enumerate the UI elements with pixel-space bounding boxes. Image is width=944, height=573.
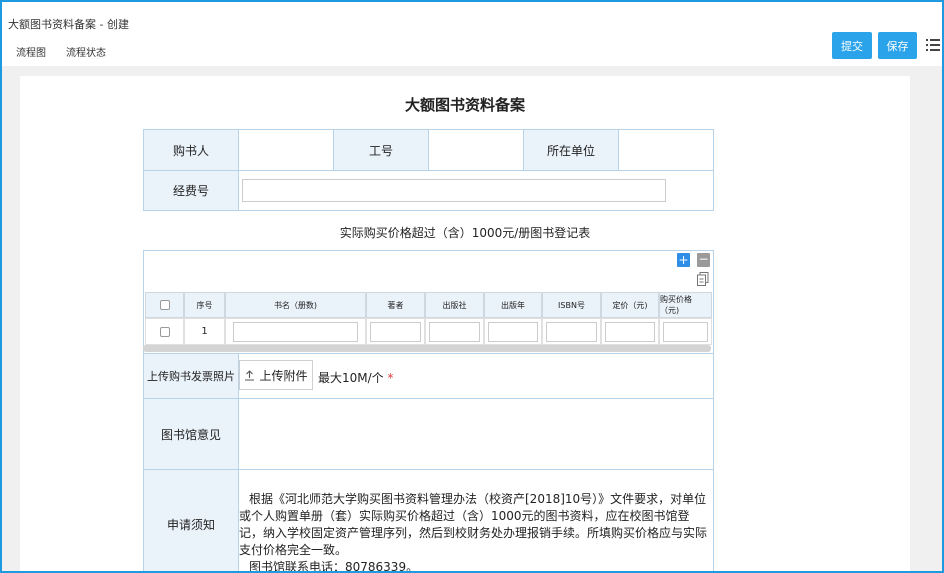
table-row-index: 1 bbox=[184, 318, 225, 345]
page-background bbox=[2, 66, 942, 76]
notice-paragraph: 根据《河北师范大学购买图书资料管理办法（校资产[2018]10号）》文件要求，对… bbox=[239, 492, 708, 557]
table-cell-author bbox=[366, 318, 425, 345]
remove-row-icon[interactable]: − bbox=[697, 253, 710, 267]
notice-text: 根据《河北师范大学购买图书资料管理办法（校资产[2018]10号）》文件要求，对… bbox=[239, 491, 713, 573]
table-cell-purchase-price bbox=[659, 318, 712, 345]
table-cell-title bbox=[225, 318, 366, 345]
table-horizontal-scrollbar[interactable] bbox=[143, 345, 711, 352]
col-header-list-price: 定价（元) bbox=[601, 292, 659, 318]
app-window: 大额图书资料备案 - 创建 流程图 流程状态 提交 保存 大额图书资料备案 购书… bbox=[0, 0, 944, 573]
upload-icon bbox=[245, 369, 255, 381]
book-table-title: 实际购买价格超过（含）1000元/册图书登记表 bbox=[339, 226, 591, 240]
add-row-icon[interactable]: + bbox=[677, 253, 690, 267]
unit-value[interactable] bbox=[618, 129, 714, 171]
staff-id-label: 工号 bbox=[333, 129, 429, 171]
submit-button[interactable]: 提交 bbox=[832, 32, 872, 59]
upload-button[interactable]: 上传附件 bbox=[239, 360, 313, 390]
table-cell-isbn bbox=[542, 318, 601, 345]
table-cell-publisher bbox=[425, 318, 484, 345]
window-title: 大额图书资料备案 - 创建 bbox=[8, 18, 129, 31]
buyer-value[interactable] bbox=[238, 129, 334, 171]
list-price-input[interactable] bbox=[604, 321, 656, 342]
notice-contact: 图书馆联系电话：80786339。 bbox=[249, 560, 419, 573]
select-all-checkbox[interactable] bbox=[159, 300, 170, 310]
menu-flowchart[interactable]: 流程图 bbox=[16, 44, 46, 59]
fund-input[interactable] bbox=[242, 179, 666, 202]
top-bar: 大额图书资料备案 - 创建 流程图 流程状态 提交 保存 bbox=[2, 2, 942, 66]
required-mark: * bbox=[387, 371, 394, 385]
form-title: 大额图书资料备案 bbox=[404, 96, 525, 114]
page-background-right bbox=[910, 66, 942, 571]
isbn-input[interactable] bbox=[545, 321, 598, 342]
book-title-input[interactable] bbox=[232, 321, 359, 342]
publisher-input[interactable] bbox=[428, 321, 481, 342]
upload-hint: 最大10M/个 * bbox=[318, 369, 394, 386]
upload-label: 上传购书发票照片 bbox=[143, 353, 239, 399]
year-input[interactable] bbox=[487, 321, 539, 342]
copy-icon[interactable] bbox=[697, 272, 709, 286]
row-checkbox[interactable] bbox=[159, 326, 170, 337]
library-opinion-label: 图书馆意见 bbox=[143, 398, 239, 470]
col-header-title: 书名（册数) bbox=[225, 292, 366, 318]
staff-id-value[interactable] bbox=[428, 129, 524, 171]
menu-flow-status[interactable]: 流程状态 bbox=[66, 44, 106, 59]
table-cell-year bbox=[484, 318, 542, 345]
author-input[interactable] bbox=[369, 321, 422, 342]
col-header-author: 著者 bbox=[366, 292, 425, 318]
buyer-label: 购书人 bbox=[143, 129, 239, 171]
list-menu-icon[interactable] bbox=[926, 38, 940, 52]
col-header-isbn: ISBN号 bbox=[542, 292, 601, 318]
purchase-price-input[interactable] bbox=[662, 321, 709, 342]
table-row-checkbox-cell bbox=[145, 318, 184, 345]
col-header-publisher: 出版社 bbox=[425, 292, 484, 318]
notice-label: 申请须知 bbox=[143, 469, 239, 571]
col-header-index: 序号 bbox=[184, 292, 225, 318]
select-all-header bbox=[145, 292, 184, 318]
fund-label: 经费号 bbox=[143, 170, 239, 211]
page-background-left bbox=[2, 66, 20, 571]
col-header-year: 出版年 bbox=[484, 292, 542, 318]
table-cell-list-price bbox=[601, 318, 659, 345]
library-opinion-field[interactable] bbox=[238, 398, 714, 470]
upload-button-label: 上传附件 bbox=[259, 368, 308, 383]
save-button[interactable]: 保存 bbox=[878, 32, 917, 59]
col-header-purchase-price: 购买价格（元) bbox=[659, 292, 712, 318]
unit-label: 所在单位 bbox=[523, 129, 619, 171]
upload-size-limit: 最大10M/个 bbox=[318, 371, 384, 385]
